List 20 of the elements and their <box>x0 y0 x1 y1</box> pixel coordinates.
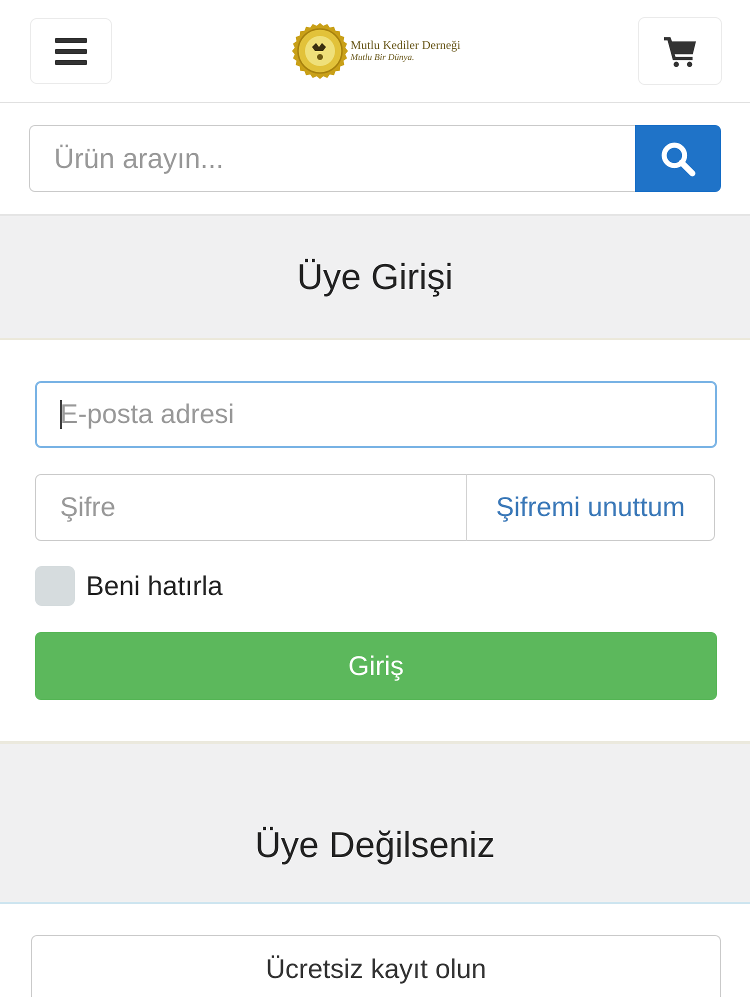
cart-button[interactable] <box>638 17 722 85</box>
logo-tagline: Mutlu Bir Dünya. <box>350 52 416 63</box>
logo-title: Mutlu Kediler Derneği <box>350 39 460 53</box>
email-field[interactable]: E-posta adresi <box>35 381 717 448</box>
search-field[interactable]: Ürün arayın... <box>29 125 635 192</box>
remember-checkbox[interactable] <box>35 566 75 606</box>
shopping-cart-icon <box>664 35 696 67</box>
register-button[interactable]: Ücretsiz kayıt olun <box>31 935 721 997</box>
section-title: Üye Değilseniz <box>254 824 496 866</box>
seal-emblem-icon <box>292 23 348 79</box>
section-title: Üye Girişi <box>296 256 453 298</box>
forgot-password-link[interactable]: Şifremi unuttum <box>466 474 715 541</box>
search-button[interactable] <box>635 125 721 192</box>
search-icon <box>660 140 696 176</box>
menu-icon <box>55 38 87 64</box>
password-field[interactable]: Şifre <box>35 474 467 541</box>
remember-me-label: Beni hatırla <box>86 570 223 602</box>
text-cursor-icon <box>60 400 62 429</box>
menu-button[interactable] <box>30 18 112 84</box>
login-button[interactable]: Giriş <box>35 632 717 700</box>
